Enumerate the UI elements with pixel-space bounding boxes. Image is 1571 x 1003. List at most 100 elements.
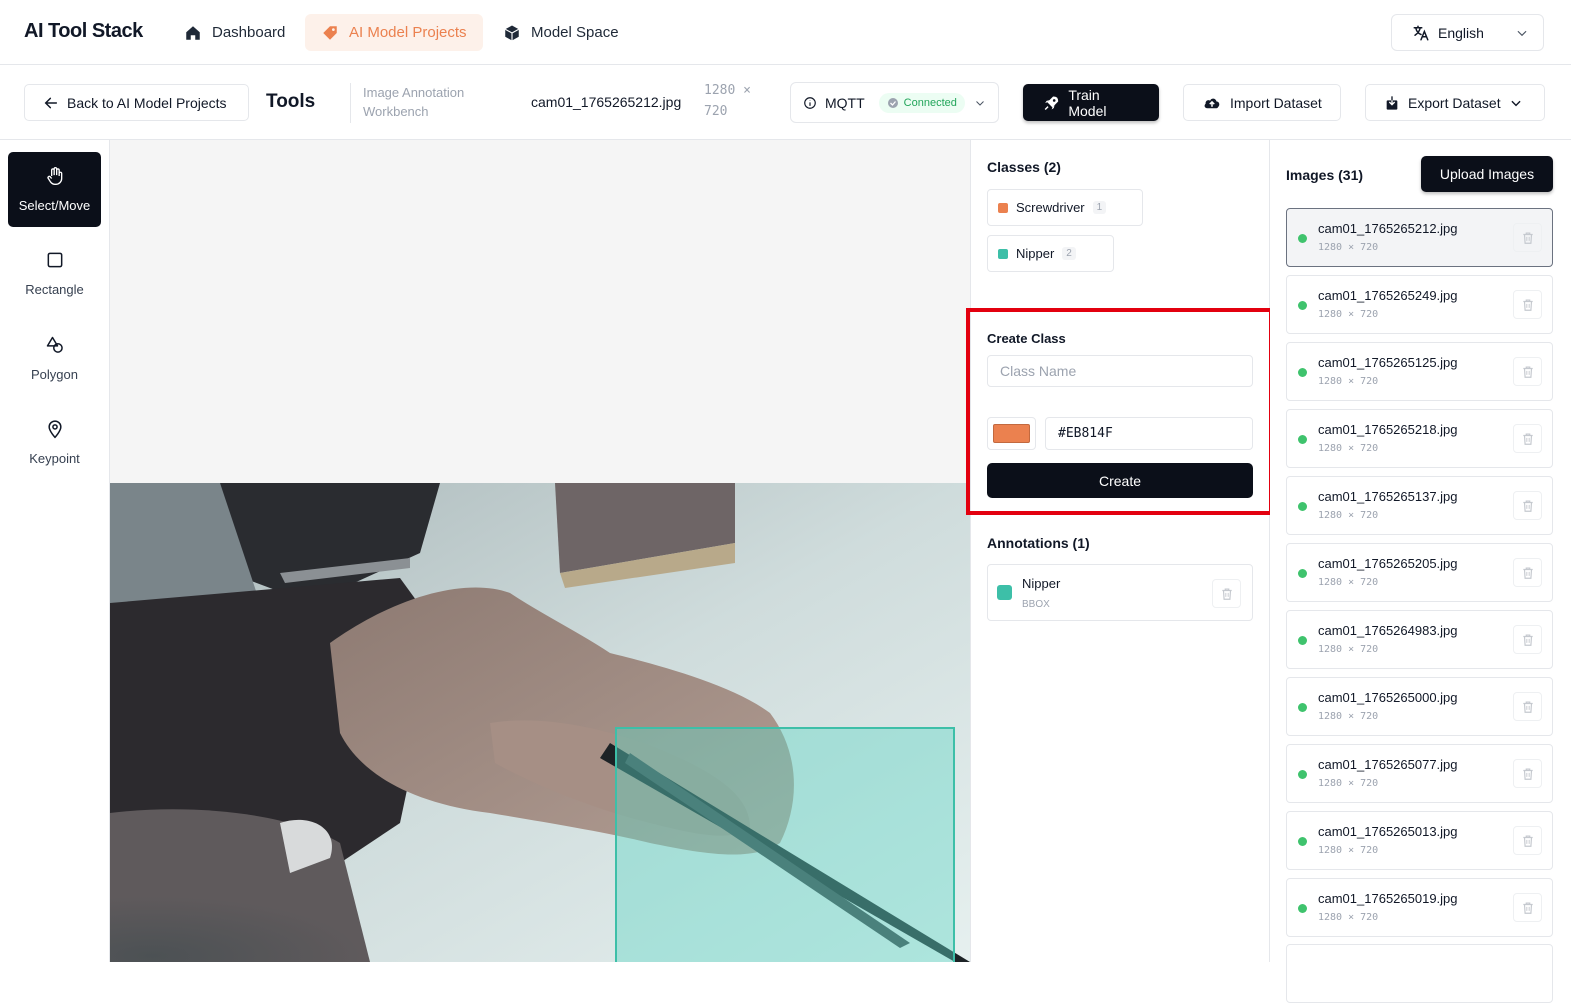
square-icon: [47, 252, 62, 268]
annotation-tool-sidebar: Select/Move Rectangle Polygon Keypoint: [0, 140, 110, 962]
delete-image-button[interactable]: [1513, 424, 1542, 453]
import-dataset-button[interactable]: Import Dataset: [1183, 84, 1341, 121]
delete-image-button[interactable]: [1513, 826, 1542, 855]
nav-dashboard[interactable]: Dashboard: [168, 14, 301, 51]
divider: [350, 83, 351, 123]
status-dot: [1298, 301, 1307, 310]
image-filename: cam01_1765264983.jpg: [1318, 623, 1458, 638]
back-to-projects-button[interactable]: Back to AI Model Projects: [24, 84, 249, 121]
image-list-item-partial[interactable]: [1286, 944, 1553, 1003]
delete-image-button[interactable]: [1513, 491, 1542, 520]
class-color-dot: [998, 248, 1008, 259]
shapes-icon: [46, 336, 63, 353]
delete-image-button[interactable]: [1513, 558, 1542, 587]
status-dot: [1298, 234, 1307, 243]
class-count: 2: [1062, 247, 1076, 260]
annotation-canvas[interactable]: [110, 140, 971, 962]
color-picker[interactable]: [987, 417, 1036, 450]
status-dot: [1298, 703, 1307, 712]
nav-dashboard-label: Dashboard: [212, 24, 286, 41]
trash-icon: [1522, 633, 1533, 646]
class-color-dot: [998, 202, 1008, 213]
home-icon: [186, 25, 200, 40]
chevron-down-icon: [1517, 30, 1527, 36]
tool-label: Polygon: [31, 367, 78, 382]
status-dot: [1298, 368, 1307, 377]
image-list-item[interactable]: cam01_1765265205.jpg 1280 × 720: [1286, 543, 1553, 602]
image-list-item[interactable]: cam01_1765265212.jpg 1280 × 720: [1286, 208, 1553, 267]
trash-icon: [1522, 566, 1533, 579]
translate-icon: [1413, 25, 1429, 40]
image-filename: cam01_1765265212.jpg: [1318, 221, 1458, 236]
nav-ai-model-projects[interactable]: AI Model Projects: [305, 14, 483, 51]
import-dataset-label: Import Dataset: [1230, 94, 1322, 111]
class-name: Screwdriver: [1016, 200, 1085, 215]
delete-image-button[interactable]: [1513, 290, 1542, 319]
annotations-title: Annotations (1): [987, 535, 1090, 551]
image-list-item[interactable]: cam01_1765265137.jpg 1280 × 720: [1286, 476, 1553, 535]
trash-icon: [1221, 587, 1232, 600]
image-list-item[interactable]: cam01_1765265000.jpg 1280 × 720: [1286, 677, 1553, 736]
class-chip-nipper[interactable]: Nipper 2: [987, 235, 1114, 272]
language-select[interactable]: English: [1391, 14, 1544, 51]
delete-image-button[interactable]: [1513, 625, 1542, 654]
tag-icon: [323, 25, 337, 40]
tool-rectangle[interactable]: Rectangle: [8, 236, 101, 311]
image-dimensions: 1280 × 720: [1318, 778, 1379, 789]
delete-image-button[interactable]: [1513, 759, 1542, 788]
workbench-subtitle: Image Annotation Workbench: [363, 85, 465, 119]
nav-model-space-label: Model Space: [531, 24, 619, 41]
status-dot: [1298, 502, 1307, 511]
delete-annotation-button[interactable]: [1212, 579, 1241, 608]
export-dataset-button[interactable]: Export Dataset: [1365, 84, 1545, 121]
annotation-item[interactable]: Nipper BBOX: [987, 564, 1253, 621]
create-class-button[interactable]: Create: [987, 463, 1253, 498]
trash-icon: [1522, 365, 1533, 378]
trash-icon: [1522, 834, 1533, 847]
current-filename: cam01_1765265212.jpg: [531, 94, 682, 110]
upload-images-button[interactable]: Upload Images: [1421, 156, 1553, 192]
trash-icon: [1522, 901, 1533, 914]
delete-image-button[interactable]: [1513, 893, 1542, 922]
tool-keypoint[interactable]: Keypoint: [8, 405, 101, 480]
tool-label: Select/Move: [18, 198, 91, 213]
image-filename: cam01_1765265077.jpg: [1318, 757, 1458, 772]
image-list-item[interactable]: cam01_1765265013.jpg 1280 × 720: [1286, 811, 1553, 870]
mqtt-status-dropdown[interactable]: MQTT Connected: [790, 82, 999, 123]
tools-title: Tools: [266, 91, 316, 112]
image-list-item[interactable]: cam01_1765265218.jpg 1280 × 720: [1286, 409, 1553, 468]
trash-icon: [1522, 767, 1533, 780]
class-chip-screwdriver[interactable]: Screwdriver 1: [987, 189, 1143, 226]
map-pin-icon: [47, 420, 62, 439]
annotation-type: BBOX: [1022, 599, 1050, 610]
image-filename: cam01_1765265137.jpg: [1318, 489, 1458, 504]
nav-model-space[interactable]: Model Space: [487, 14, 635, 51]
trash-icon: [1522, 231, 1533, 244]
status-dot: [1298, 636, 1307, 645]
arrow-left-icon: [44, 97, 58, 108]
image-filename: cam01_1765265205.jpg: [1318, 556, 1458, 571]
image-dimensions: 1280 × 720: [1318, 376, 1379, 387]
image-list-item[interactable]: cam01_1765265019.jpg 1280 × 720: [1286, 878, 1553, 937]
trash-icon: [1522, 432, 1533, 445]
image-list-item[interactable]: cam01_1765265077.jpg 1280 × 720: [1286, 744, 1553, 803]
tool-polygon[interactable]: Polygon: [8, 321, 101, 396]
create-class-title: Create Class: [987, 331, 1066, 346]
class-name-input[interactable]: Class Name: [987, 355, 1253, 387]
color-hex-input[interactable]: #EB814F: [1045, 417, 1253, 450]
delete-image-button[interactable]: [1513, 357, 1542, 386]
delete-image-button[interactable]: [1513, 223, 1542, 252]
image-list-item[interactable]: cam01_1765264983.jpg 1280 × 720: [1286, 610, 1553, 669]
delete-image-button[interactable]: [1513, 692, 1542, 721]
top-navigation: AI Tool Stack Dashboard AI Model Project…: [0, 0, 1571, 65]
image-list-item[interactable]: cam01_1765265249.jpg 1280 × 720: [1286, 275, 1553, 334]
chevron-down-icon: [1511, 100, 1521, 106]
class-count: 1: [1092, 201, 1107, 214]
image-filename: cam01_1765265000.jpg: [1318, 690, 1458, 705]
image-list-item[interactable]: cam01_1765265125.jpg 1280 × 720: [1286, 342, 1553, 401]
image-dimensions: 1280 × 720: [1318, 510, 1379, 521]
app-brand: AI Tool Stack: [24, 20, 143, 42]
class-name: Nipper: [1016, 246, 1055, 261]
train-model-button[interactable]: Train Model: [1023, 84, 1159, 121]
tool-select-move[interactable]: Select/Move: [8, 152, 101, 227]
